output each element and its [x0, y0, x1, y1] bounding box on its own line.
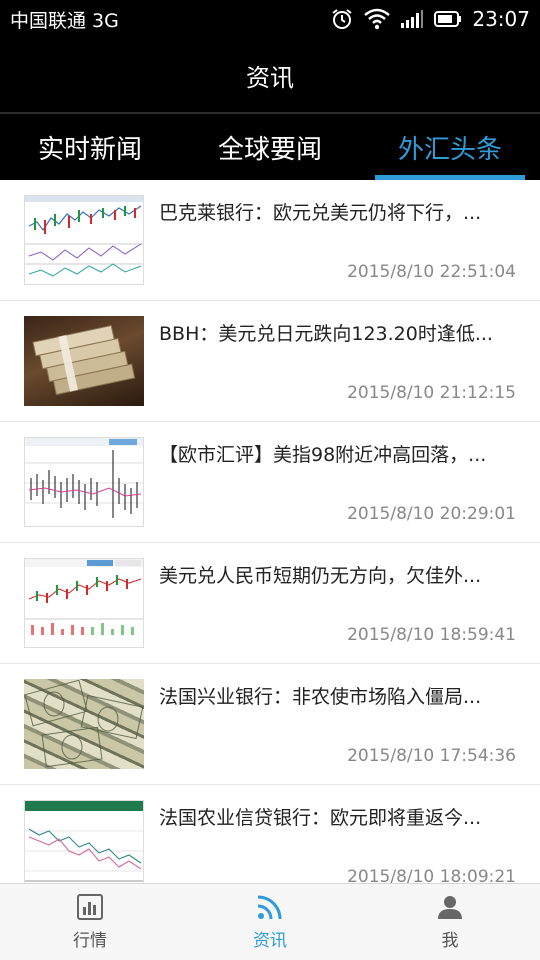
clock-time: 23:07 [472, 7, 530, 31]
signal-icon [400, 9, 424, 29]
news-thumbnail-cash-stack [24, 316, 144, 406]
news-title: 巴克莱银行：欧元兑美元仍将下行，... [159, 202, 482, 224]
user-icon [437, 894, 463, 920]
news-title: 法国农业信贷银行：欧元即将重返今... [159, 807, 482, 829]
news-title: 【欧市汇评】美指98附近冲高回落，... [159, 444, 487, 466]
news-item[interactable]: 【欧市汇评】美指98附近冲高回落，... 2015/8/10 20:29:01 [0, 422, 540, 543]
status-bar: 中国联通 3G 23:07 [0, 0, 540, 38]
news-thumbnail-dollars [24, 679, 144, 769]
news-thumbnail-chart [24, 195, 144, 285]
page-title: 资讯 [246, 63, 294, 92]
news-timestamp: 2015/8/10 21:12:15 [347, 383, 516, 403]
news-timestamp: 2015/8/10 22:51:04 [347, 262, 516, 282]
news-timestamp: 2015/8/10 20:29:01 [347, 504, 516, 524]
tab-forex-headlines[interactable]: 外汇头条 [360, 114, 540, 180]
news-title: 美元兑人民币短期仍无方向，欠佳外... [159, 565, 482, 587]
tab-realtime-news[interactable]: 实时新闻 [0, 114, 180, 180]
tab-bar: 实时新闻 全球要闻 外汇头条 [0, 114, 540, 180]
news-list: 巴克莱银行：欧元兑美元仍将下行，... 2015/8/10 22:51:04 B… [0, 180, 540, 883]
nav-me[interactable]: 我 [360, 884, 540, 960]
nav-market[interactable]: 行情 [0, 884, 180, 960]
wifi-icon [364, 8, 391, 30]
status-icons: 23:07 [330, 7, 530, 31]
alarm-icon [330, 7, 354, 31]
bar-chart-icon [77, 893, 103, 920]
news-timestamp: 2015/8/10 18:09:21 [347, 867, 516, 883]
news-item[interactable]: 美元兑人民币短期仍无方向，欠佳外... 2015/8/10 18:59:41 [0, 543, 540, 664]
news-thumbnail-chart [24, 800, 144, 883]
news-timestamp: 2015/8/10 17:54:36 [347, 746, 516, 766]
news-timestamp: 2015/8/10 18:59:41 [347, 625, 516, 645]
news-item[interactable]: 法国兴业银行：非农使市场陷入僵局... 2015/8/10 17:54:36 [0, 664, 540, 785]
news-item[interactable]: 法国农业信贷银行：欧元即将重返今... 2015/8/10 18:09:21 [0, 785, 540, 883]
nav-label: 我 [441, 930, 459, 951]
news-thumbnail-chart [24, 558, 144, 648]
news-item[interactable]: 巴克莱银行：欧元兑美元仍将下行，... 2015/8/10 22:51:04 [0, 180, 540, 301]
rss-icon [257, 894, 283, 920]
news-item[interactable]: BBH：美元兑日元跌向123.20时逢低... 2015/8/10 21:12:… [0, 301, 540, 422]
carrier-label: 中国联通 3G [10, 9, 119, 32]
news-title: 法国兴业银行：非农使市场陷入僵局... [159, 686, 482, 708]
tab-global-news[interactable]: 全球要闻 [180, 114, 360, 180]
battery-icon [434, 10, 462, 28]
nav-news[interactable]: 资讯 [180, 884, 360, 960]
news-title: BBH：美元兑日元跌向123.20时逢低... [159, 323, 493, 345]
news-thumbnail-chart [24, 437, 144, 527]
app-header: 资讯 [0, 38, 540, 112]
bottom-nav: 行情 资讯 我 [0, 883, 540, 960]
nav-label: 资讯 [253, 930, 287, 951]
nav-label: 行情 [73, 930, 107, 951]
